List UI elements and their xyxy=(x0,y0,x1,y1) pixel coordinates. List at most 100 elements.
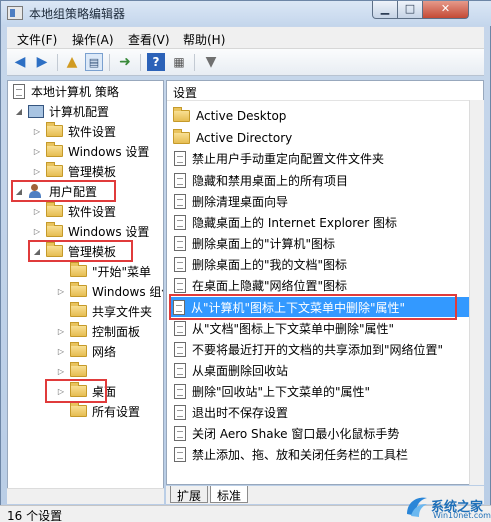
tree-item-cc-windows[interactable]: ▷ Windows 设置 xyxy=(32,141,149,161)
item-label: 禁止添加、拖、放和关闭任务栏的工具栏 xyxy=(192,447,409,462)
up-folder-icon[interactable]: ▲ xyxy=(63,53,81,71)
list-item[interactable]: 删除"回收站"上下文菜单的"属性" xyxy=(171,381,471,401)
menu-help[interactable]: 帮助(H) xyxy=(183,31,225,48)
policy-setting-icon xyxy=(174,362,186,378)
list-item[interactable]: 从桌面删除回收站 xyxy=(171,360,471,380)
expand-arrow-icon[interactable]: ▷ xyxy=(32,127,42,136)
tree-label: "开始"菜单 xyxy=(92,264,152,279)
item-label: 删除桌面上的"我的文档"图标 xyxy=(192,257,348,272)
list-item[interactable]: 隐藏和禁用桌面上的所有项目 xyxy=(171,170,471,190)
export-list-icon[interactable]: ➜ xyxy=(116,53,134,71)
tree-item-start-menu[interactable]: "开始"菜单 xyxy=(56,261,151,281)
tree-item-uc-windows[interactable]: ▷ Windows 设置 xyxy=(32,221,149,241)
tree-label: 共享文件夹 xyxy=(92,304,153,319)
tree-item-network[interactable]: ▷ 网络 xyxy=(56,341,116,361)
item-label: 退出时不保存设置 xyxy=(192,405,289,420)
menu-action[interactable]: 操作(A) xyxy=(72,31,114,48)
list-item[interactable]: Active Directory xyxy=(171,128,471,148)
list-item[interactable]: 删除清理桌面向导 xyxy=(171,191,471,211)
item-label: 删除桌面上的"计算机"图标 xyxy=(192,236,336,251)
tree-item-system[interactable]: ▷ xyxy=(56,361,92,381)
list-item[interactable]: 在桌面上隐藏"网络位置"图标 xyxy=(171,275,471,295)
policy-setting-icon xyxy=(174,214,186,230)
watermark: 系统之家 Win10net.com xyxy=(405,494,491,522)
folder-icon xyxy=(70,362,87,377)
expand-arrow-icon[interactable]: ▷ xyxy=(32,227,42,236)
folder-icon xyxy=(46,162,63,177)
forward-arrow-icon[interactable]: ▶ xyxy=(33,53,51,71)
item-label: 不要将最近打开的文档的共享添加到"网络位置" xyxy=(192,342,444,357)
computer-icon xyxy=(28,104,44,118)
tree-label: 软件设置 xyxy=(68,124,117,139)
tab-standard[interactable]: 标准 xyxy=(210,486,249,503)
highlight-desktop xyxy=(45,379,107,403)
item-label: Active Desktop xyxy=(196,109,287,123)
column-header-setting[interactable]: 设置 xyxy=(167,81,483,101)
folder-icon xyxy=(46,202,63,217)
tree-label: 本地计算机 策略 xyxy=(31,84,119,99)
title-bar[interactable]: 本地组策略编辑器 ▁ □ ✕ xyxy=(1,1,491,26)
expand-arrow-icon[interactable]: ▷ xyxy=(32,167,42,176)
tree-label: 计算机配置 xyxy=(49,104,110,119)
expand-arrow-icon[interactable]: ▷ xyxy=(32,207,42,216)
filter-icon[interactable]: ▼ xyxy=(202,53,220,71)
expand-arrow-icon[interactable]: ▷ xyxy=(56,287,66,296)
toolbar-separator xyxy=(140,54,141,71)
item-label: Active Directory xyxy=(196,131,293,145)
list-item[interactable]: 不要将最近打开的文档的共享添加到"网络位置" xyxy=(171,339,471,359)
highlight-admin-templates xyxy=(28,240,133,262)
list-item[interactable]: 删除桌面上的"我的文档"图标 xyxy=(171,254,471,274)
expand-arrow-icon[interactable]: ▷ xyxy=(32,147,42,156)
show-hide-tree-icon[interactable]: ▤ xyxy=(85,53,103,71)
list-item[interactable]: 从"文档"图标上下文菜单中删除"属性" xyxy=(171,318,471,338)
list-item[interactable]: Active Desktop xyxy=(171,106,471,126)
policy-setting-icon xyxy=(174,383,186,399)
expand-arrow-icon[interactable]: ▷ xyxy=(56,367,66,376)
list-item[interactable]: 删除桌面上的"计算机"图标 xyxy=(171,233,471,253)
item-label: 隐藏桌面上的 Internet Explorer 图标 xyxy=(192,215,398,230)
settings-list-pane: 设置 Active Desktop Active Directory 禁止用户手… xyxy=(166,80,484,485)
expand-arrow-icon[interactable]: ▷ xyxy=(56,327,66,336)
list-item[interactable]: 隐藏桌面上的 Internet Explorer 图标 xyxy=(171,212,471,232)
item-label: 隐藏和禁用桌面上的所有项目 xyxy=(192,173,349,188)
list-item[interactable]: 退出时不保存设置 xyxy=(171,402,471,422)
horizontal-scrollbar[interactable] xyxy=(7,488,164,504)
tree-item-all-settings[interactable]: 所有设置 xyxy=(56,401,140,421)
close-button[interactable]: ✕ xyxy=(422,1,469,19)
folder-icon xyxy=(46,142,63,157)
tab-extended[interactable]: 扩展 xyxy=(170,486,209,503)
help-icon[interactable]: ? xyxy=(147,53,165,71)
maximize-button[interactable]: □ xyxy=(397,1,423,19)
vertical-scrollbar[interactable] xyxy=(469,100,484,485)
folder-icon xyxy=(70,282,87,297)
folder-icon xyxy=(173,107,190,122)
tree-item-cc-admin[interactable]: ▷ 管理模板 xyxy=(32,161,116,181)
menu-view[interactable]: 查看(V) xyxy=(128,31,170,48)
folder-icon xyxy=(70,262,87,277)
highlight-selected-setting xyxy=(169,294,457,320)
tree-item-computer-config[interactable]: ◢ 计算机配置 xyxy=(14,101,109,121)
status-count: 16 个设置 xyxy=(7,509,63,522)
tree-item-uc-software[interactable]: ▷ 软件设置 xyxy=(32,201,116,221)
policy-setting-icon xyxy=(174,320,186,336)
item-label: 在桌面上隐藏"网络位置"图标 xyxy=(192,278,348,293)
back-arrow-icon[interactable]: ◀ xyxy=(11,53,29,71)
tree-item-cc-software[interactable]: ▷ 软件设置 xyxy=(32,121,116,141)
tree-item-control-panel[interactable]: ▷ 控制面板 xyxy=(56,321,140,341)
tree-item-windows-components[interactable]: ▷ Windows 组件 xyxy=(56,281,163,301)
menu-bar: 文件(F) 操作(A) 查看(V) 帮助(H) xyxy=(7,27,484,49)
policy-setting-icon xyxy=(174,404,186,420)
menu-file[interactable]: 文件(F) xyxy=(17,31,57,48)
properties-view-icon[interactable]: ▦ xyxy=(170,53,188,71)
tree-item-root[interactable]: 本地计算机 策略 xyxy=(10,81,119,101)
list-item[interactable]: 禁止添加、拖、放和关闭任务栏的工具栏 xyxy=(171,444,471,464)
list-item[interactable]: 关闭 Aero Shake 窗口最小化鼠标手势 xyxy=(171,423,471,443)
minimize-button[interactable]: ▁ xyxy=(372,1,398,19)
expand-arrow-icon[interactable]: ▷ xyxy=(56,347,66,356)
tree-label: Windows 设置 xyxy=(68,224,150,239)
tree-label: Windows 组件 xyxy=(92,284,163,299)
collapse-arrow-icon[interactable]: ◢ xyxy=(14,107,24,116)
list-item[interactable]: 禁止用户手动重定向配置文件文件夹 xyxy=(171,148,471,168)
tree-pane: 本地计算机 策略 ◢ 计算机配置 ▷ 软件设置 ▷ Windows 设置 ▷ 管… xyxy=(7,80,164,504)
tree-item-shared-folders[interactable]: 共享文件夹 xyxy=(56,301,152,321)
